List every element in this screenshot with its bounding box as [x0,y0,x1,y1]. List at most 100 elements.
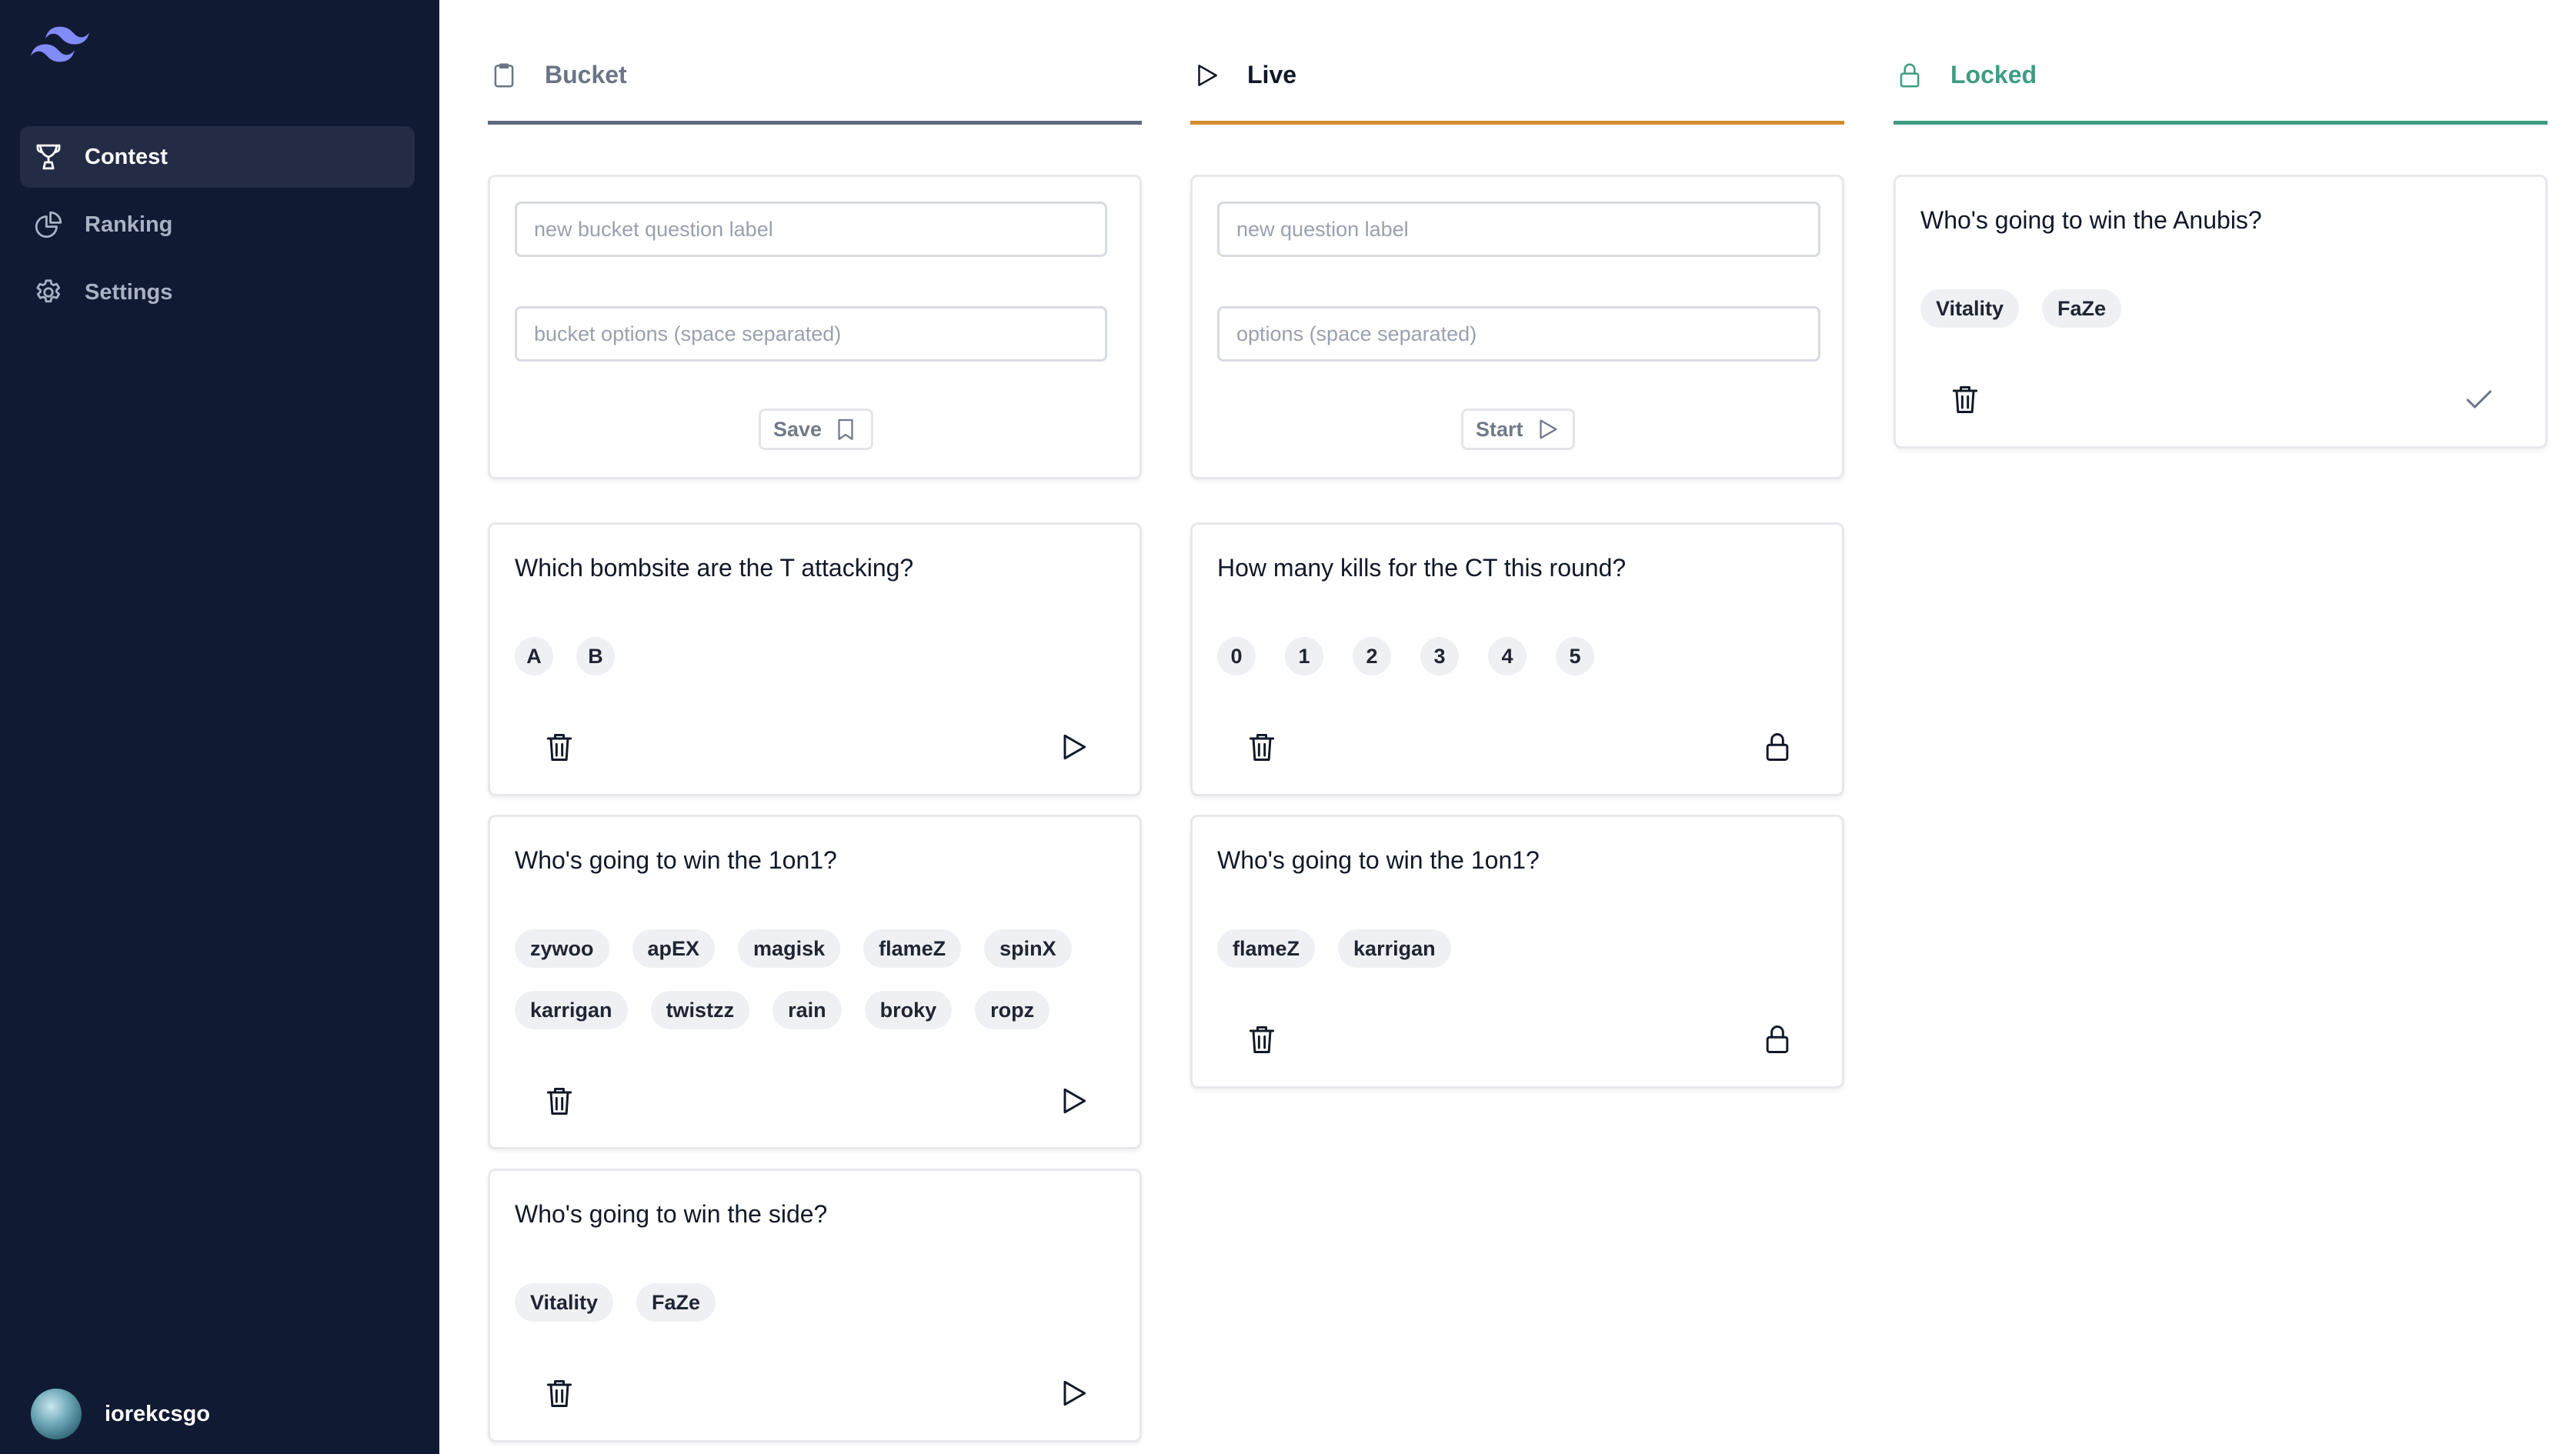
live-question-label-input[interactable]: new question label [1217,202,1820,257]
start-question-button[interactable] [1055,1082,1092,1119]
trash-icon [1249,1025,1275,1053]
trash-icon [546,1379,572,1407]
avatar [31,1389,82,1439]
bucket-column-header: Bucket [488,0,1142,125]
option-chip: broky [864,991,953,1029]
delete-button[interactable] [541,1082,578,1119]
sidebar-item-label: Contest [85,144,168,169]
locked-column: Locked Who's going to win the Anubis? Vi… [1894,0,2548,449]
option-list: flameZ karrigan [1217,929,1825,991]
option-chip: FaZe [636,1283,716,1322]
live-new-question-form: new question label options (space separa… [1190,175,1844,479]
chart-pie-icon [32,208,65,241]
live-options-input[interactable]: options (space separated) [1217,306,1820,362]
option-chip: magisk [738,929,841,968]
start-question-button[interactable] [1055,729,1092,765]
app-root: Contest Ranking Settings iorekcsgo Bucke… [0,0,2576,1454]
option-chip: Vitality [515,1283,614,1322]
play-icon [1063,1088,1086,1114]
option-chip: rain [772,991,842,1029]
question-card: Who's going to win the 1on1? zywoo apEX … [488,815,1142,1149]
live-column: Live new question label options (space s… [1190,0,1844,1089]
question-label: How many kills for the CT this round? [1217,554,1627,582]
option-chip: spinX [984,929,1072,968]
lock-icon [1766,1025,1789,1053]
user-profile[interactable]: iorekcsgo [31,1389,210,1439]
delete-button[interactable] [1243,729,1280,765]
trophy-icon [32,141,65,173]
question-label: Who's going to win the 1on1? [515,846,837,874]
option-chip: 2 [1353,637,1391,675]
save-button-label: Save [773,417,823,441]
question-card: Who's going to win the Anubis? Vitality … [1894,175,2548,449]
option-list: A B [515,637,1123,699]
option-list: zywoo apEX magisk flameZ spinX karrigan … [515,929,1123,1052]
option-chip: 5 [1556,637,1594,675]
start-button[interactable]: Start [1461,409,1575,450]
sidebar-item-label: Settings [85,279,173,305]
sidebar-item-settings[interactable]: Settings [20,262,415,323]
bucket-options-input[interactable]: bucket options (space separated) [515,306,1107,362]
start-button-label: Start [1476,417,1523,441]
save-button[interactable]: Save [759,409,874,450]
sidebar: Contest Ranking Settings iorekcsgo [0,0,439,1454]
option-list: 0 1 2 3 4 5 [1217,637,1825,699]
question-label: Who's going to win the side? [515,1200,828,1228]
lock-question-button[interactable] [1759,1021,1796,1058]
question-label: Who's going to win the Anubis? [1920,206,2262,234]
option-chip: B [576,637,615,675]
bookmark-icon [838,419,853,440]
option-chip: FaZe [2042,289,2122,328]
delete-button[interactable] [1243,1021,1280,1058]
bucket-new-question-form: new bucket question label bucket options… [488,175,1142,479]
lock-question-button[interactable] [1759,729,1796,765]
option-chip: twistzz [650,991,750,1029]
option-chip: karrigan [1338,929,1451,968]
column-title: Live [1247,61,1297,88]
option-chip: 0 [1217,637,1256,675]
lock-icon [1895,61,1924,90]
locked-column-header: Locked [1894,0,2548,125]
resolve-question-button[interactable] [2461,381,2498,418]
play-icon [1192,61,1221,90]
bucket-question-label-input[interactable]: new bucket question label [515,202,1107,257]
check-icon [2466,390,2492,409]
option-chip: 1 [1285,637,1323,675]
option-chip: flameZ [863,929,962,968]
question-label: Who's going to win the 1on1? [1217,846,1540,874]
sidebar-nav: Contest Ranking Settings [20,126,415,329]
option-chip: apEX [632,929,716,968]
option-chip: 3 [1420,637,1459,675]
play-icon [1063,734,1086,760]
option-chip: ropz [975,991,1050,1029]
lock-icon [1766,733,1789,761]
option-list: Vitality FaZe [1920,289,2528,351]
sidebar-item-label: Ranking [85,212,173,237]
start-question-button[interactable] [1055,1375,1092,1412]
sidebar-item-contest[interactable]: Contest [20,126,415,188]
question-card: Which bombsite are the T attacking? A B [488,522,1142,796]
option-chip: Vitality [1920,289,2020,328]
bucket-column: Bucket new bucket question label bucket … [488,0,1142,1442]
trash-icon [546,733,572,761]
sidebar-item-ranking[interactable]: Ranking [20,194,415,255]
option-list: Vitality FaZe [515,1283,1123,1345]
trash-icon [1249,733,1275,761]
option-chip: A [515,637,553,675]
delete-button[interactable] [541,729,578,765]
gear-icon [32,276,65,308]
column-title: Bucket [545,61,627,88]
delete-button[interactable] [1947,381,1984,418]
option-chip: karrigan [515,991,628,1029]
option-chip: zywoo [515,929,609,968]
question-card: Who's going to win the side? Vitality Fa… [488,1169,1142,1442]
username: iorekcsgo [105,1401,210,1426]
live-column-header: Live [1190,0,1844,125]
clipboard-icon [489,61,519,90]
delete-button[interactable] [541,1375,578,1412]
trash-icon [546,1087,572,1115]
option-chip: 4 [1488,637,1527,675]
option-chip: flameZ [1217,929,1316,968]
tailwind-logo-icon[interactable] [31,26,89,63]
play-icon [1539,419,1557,439]
